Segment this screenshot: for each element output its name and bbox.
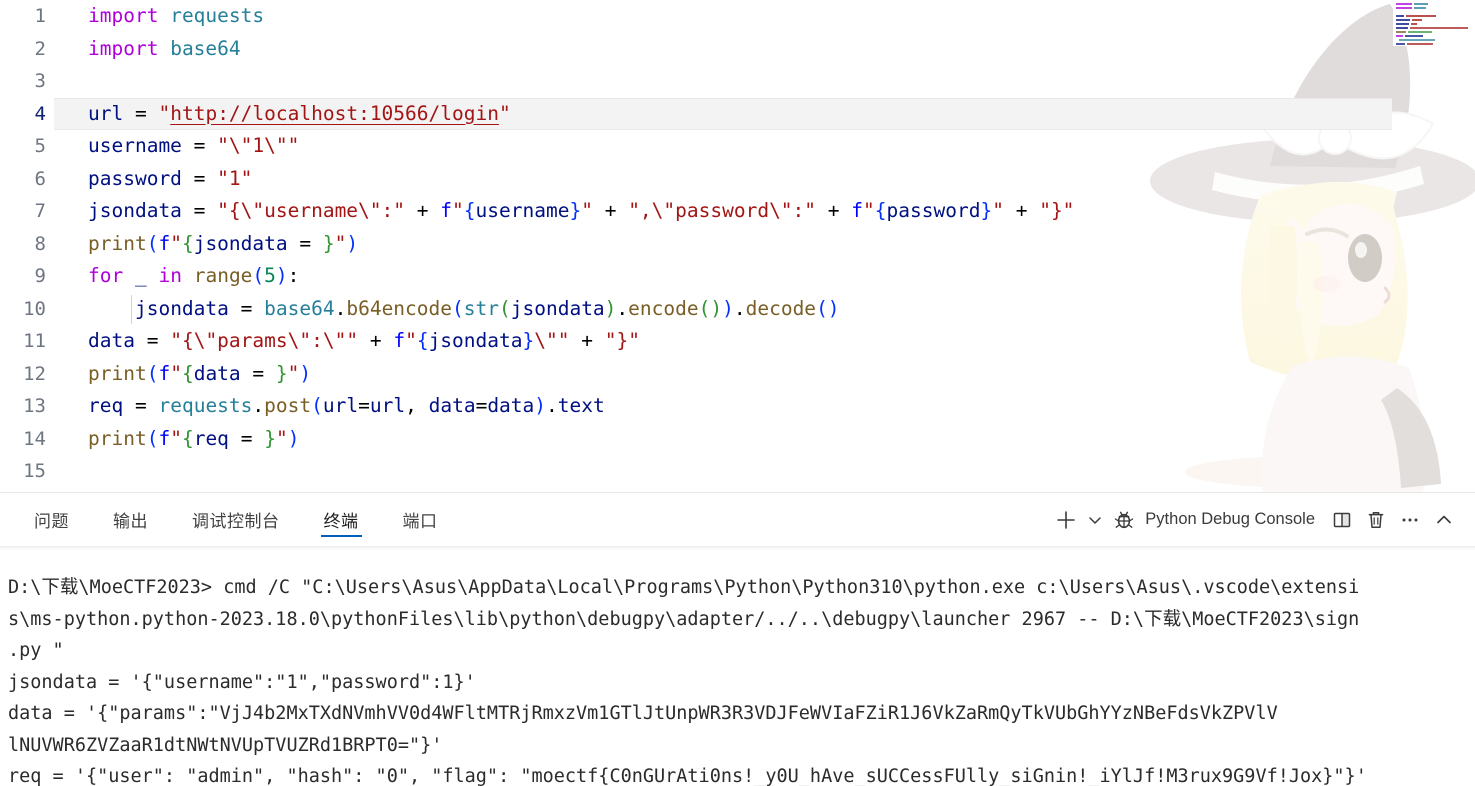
- url-link[interactable]: http://localhost:10566/login: [170, 102, 499, 125]
- tab-ports[interactable]: 端口: [381, 493, 460, 546]
- kill-terminal-button[interactable]: [1359, 503, 1393, 537]
- line-number-10: 10: [23, 297, 46, 320]
- line-number-15: 15: [23, 460, 46, 482]
- tab-problems[interactable]: 问题: [12, 493, 91, 546]
- code-line-6[interactable]: 6 password = "1": [0, 163, 1475, 196]
- code-line-14-text: print(f"{req = }"): [88, 426, 300, 450]
- code-line-12-text: print(f"{data = }"): [88, 361, 312, 385]
- tab-output-label: 输出: [113, 512, 148, 531]
- panel-header: 问题 输出 调试控制台 终端 端口 Python Debug Console: [0, 493, 1475, 546]
- line-number-8: 8: [34, 232, 46, 255]
- line-number-4: 4: [34, 102, 46, 125]
- code-line-4-text: url = "http://localhost:10566/login": [88, 101, 511, 125]
- code-line-3[interactable]: 3: [0, 65, 1475, 98]
- panel-tab-list: 问题 输出 调试控制台 终端 端口: [12, 493, 460, 546]
- ellipsis-icon: [1402, 518, 1418, 521]
- code-line-11-text: data = "{\"params\":\"" + f"{jsondata}\"…: [88, 329, 640, 352]
- trash-icon: [1368, 511, 1384, 528]
- tab-debug-console[interactable]: 调试控制台: [170, 493, 302, 546]
- code-line-5-text: username = "\"1\"": [88, 134, 300, 157]
- line-number-14: 14: [23, 427, 46, 450]
- code-line-13-text: req = requests.post(url=url, data=data).…: [88, 394, 605, 417]
- code-line-2[interactable]: 2 import base64: [0, 33, 1475, 66]
- chevron-up-icon: [1437, 515, 1451, 523]
- terminal-line-1: D:\下载\MoeCTF2023> cmd /C "C:\Users\Asus\…: [8, 577, 1360, 598]
- tab-debug-console-label: 调试控制台: [192, 512, 280, 531]
- code-line-7[interactable]: 7 jsondata = "{\"username\":" + f"{usern…: [0, 195, 1475, 228]
- terminal-line-4: jsondata = '{"username":"1","password":1…: [8, 671, 476, 693]
- bottom-panel: 问题 输出 调试控制台 终端 端口 Python Debug Console D…: [0, 492, 1475, 786]
- line-number-7: 7: [34, 200, 46, 222]
- line-number-12: 12: [23, 362, 46, 385]
- code-line-9[interactable]: 9 for _ in range(5):: [0, 260, 1475, 293]
- line-number-5: 5: [34, 135, 46, 157]
- code-line-6-text: password = "1": [88, 166, 253, 190]
- tab-output[interactable]: 输出: [91, 493, 170, 546]
- code-line-1[interactable]: 1 import requests: [0, 0, 1475, 33]
- code-line-13[interactable]: 13 req = requests.post(url=url, data=dat…: [0, 390, 1475, 423]
- code-line-15[interactable]: 15: [0, 455, 1475, 488]
- tab-terminal-label: 终端: [323, 512, 359, 531]
- tab-problems-label: 问题: [34, 512, 69, 531]
- code-line-2-text: import base64: [88, 36, 241, 60]
- terminal-output[interactable]: D:\下载\MoeCTF2023> cmd /C "C:\Users\Asus\…: [0, 546, 1475, 786]
- new-terminal-dropdown-button[interactable]: [1083, 503, 1107, 537]
- terminal-line-5: data = '{"params":"VjJ4b2MxTXdNVmhVV0d4W…: [8, 703, 1278, 724]
- terminal-line-3: .py ": [8, 640, 64, 661]
- code-line-11[interactable]: 11 data = "{\"params\":\"" + f"{jsondata…: [0, 325, 1475, 358]
- terminal-line-7: req = '{"user": "admin", "hash": "0", "f…: [8, 766, 1367, 786]
- new-terminal-button[interactable]: [1049, 503, 1083, 537]
- code-line-7-text: jsondata = "{\"username\":" + f"{usernam…: [88, 199, 1075, 222]
- code-line-4[interactable]: 4 url = "http://localhost:10566/login": [0, 97, 1475, 130]
- split-terminal-button[interactable]: [1325, 503, 1359, 537]
- terminal-line-2: s\ms-python.python-2023.18.0\pythonFiles…: [8, 608, 1360, 630]
- line-number-13: 13: [23, 395, 46, 417]
- line-number-6: 6: [34, 167, 46, 190]
- line-number-2: 2: [34, 37, 46, 60]
- panel-actions: Python Debug Console: [1049, 493, 1461, 546]
- line-number-9: 9: [34, 265, 46, 287]
- code-content[interactable]: 1 import requests 2 import base64 3 4 ur…: [0, 0, 1475, 492]
- bug-icon: [1115, 511, 1134, 528]
- chevron-down-icon: [1089, 516, 1102, 524]
- terminal-debug-indicator[interactable]: [1107, 503, 1141, 537]
- panel-more-actions-button[interactable]: [1393, 503, 1427, 537]
- code-line-12[interactable]: 12 print(f"{data = }"): [0, 358, 1475, 391]
- code-line-8[interactable]: 8 print(f"{jsondata = }"): [0, 228, 1475, 261]
- terminal-scroll-shadow: [0, 546, 1475, 550]
- tab-terminal[interactable]: 终端: [302, 493, 381, 546]
- code-line-10[interactable]: 10 jsondata = base64.b64encode(str(jsond…: [0, 293, 1475, 326]
- tab-ports-label: 端口: [402, 512, 438, 531]
- line-number-11: 11: [23, 330, 46, 352]
- code-line-9-text: for _ in range(5):: [88, 264, 300, 287]
- collapse-panel-button[interactable]: [1427, 503, 1461, 537]
- plus-icon: [1057, 510, 1076, 529]
- vscode-window: 1 import requests 2 import base64 3 4 ur…: [0, 0, 1475, 786]
- terminal-name-label[interactable]: Python Debug Console: [1141, 510, 1325, 529]
- line-number-3: 3: [34, 70, 46, 92]
- line-number-1: 1: [34, 5, 46, 27]
- code-line-10-text: jsondata = base64.b64encode(str(jsondata…: [134, 296, 840, 320]
- terminal-line-6: lNUVWR6ZVZaaR1dtNWtNVUpTVUZRd1BRPT0="}': [8, 734, 443, 756]
- code-line-5[interactable]: 5 username = "\"1\"": [0, 130, 1475, 163]
- split-panel-icon: [1333, 512, 1351, 527]
- code-line-1-text: import requests: [88, 4, 265, 27]
- code-line-14[interactable]: 14 print(f"{req = }"): [0, 423, 1475, 456]
- code-editor[interactable]: 1 import requests 2 import base64 3 4 ur…: [0, 0, 1475, 492]
- code-line-8-text: print(f"{jsondata = }"): [88, 231, 359, 255]
